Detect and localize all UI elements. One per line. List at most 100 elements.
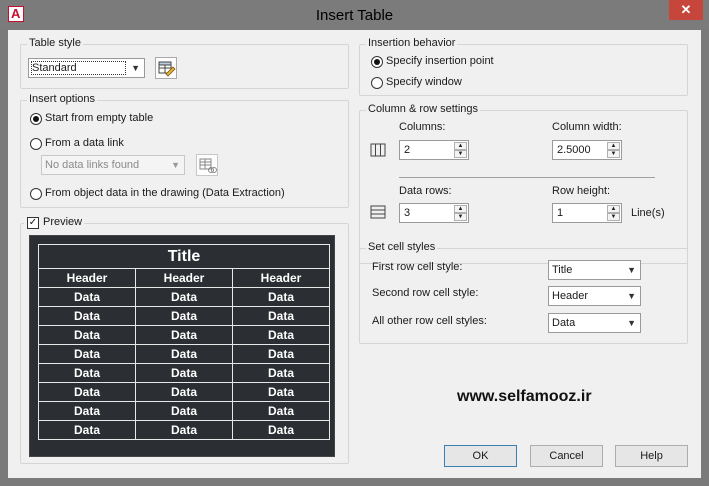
from-data-link-label[interactable]: From a data link — [45, 137, 124, 149]
preview-data-cell: Data — [232, 382, 330, 402]
table-style-select[interactable]: Standard ▼ — [28, 58, 145, 78]
help-button[interactable]: Help — [615, 445, 688, 467]
column-width-input[interactable]: 2.5000 ▲ ▼ — [552, 140, 622, 160]
spin-up-icon[interactable]: ▲ — [607, 142, 620, 150]
rows-icon — [370, 205, 386, 219]
preview-data-row: Data Data Data — [38, 363, 330, 383]
preview-data-cell: Data — [232, 287, 330, 307]
from-object-data-label[interactable]: From object data in the drawing (Data Ex… — [45, 187, 285, 199]
preview-header-cell: Header — [232, 268, 330, 288]
row-height-value: 1 — [557, 207, 564, 219]
insert-table-dialog: A Insert Table ✕ Table style Standard ▼ … — [0, 0, 709, 486]
row-height-unit: Line(s) — [631, 207, 665, 219]
preview-data-cell: Data — [232, 401, 330, 421]
preview-data-cell: Data — [38, 363, 136, 383]
ok-button[interactable]: OK — [444, 445, 517, 467]
preview-data-row: Data Data Data — [38, 344, 330, 364]
row-height-label: Row height: — [552, 185, 611, 197]
first-row-style-select[interactable]: Title ▼ — [548, 260, 641, 280]
preview-label[interactable]: Preview — [43, 216, 82, 228]
preview-data-row: Data Data Data — [38, 287, 330, 307]
from-object-data-radio[interactable] — [30, 188, 42, 200]
table-style-group-label: Table style — [27, 37, 83, 49]
watermark-text: www.selfamooz.ir — [457, 388, 592, 405]
data-link-value: No data links found — [45, 159, 140, 171]
preview-data-cell: Data — [38, 382, 136, 402]
preview-table: Title Header Header Header Data Data Data Data D… — [38, 244, 330, 440]
data-rows-value: 3 — [404, 207, 411, 219]
divider — [399, 177, 655, 178]
preview-data-cell: Data — [135, 420, 233, 440]
second-row-style-select[interactable]: Header ▼ — [548, 286, 641, 306]
cancel-button[interactable]: Cancel — [530, 445, 603, 467]
preview-data-cell: Data — [38, 306, 136, 326]
first-row-style-label: First row cell style: — [372, 261, 463, 273]
preview-data-row: Data Data Data — [38, 325, 330, 345]
chevron-down-icon: ▼ — [627, 291, 636, 301]
preview-data-cell: Data — [232, 344, 330, 364]
preview-title-cell: Title — [38, 244, 330, 269]
preview-title-row: Title — [38, 244, 330, 269]
title-bar: A Insert Table ✕ — [0, 0, 709, 30]
preview-data-cell: Data — [135, 344, 233, 364]
columns-label: Columns: — [399, 121, 446, 133]
dialog-client-area: Table style Standard ▼ Insert options St… — [8, 30, 701, 478]
specify-insertion-point-label[interactable]: Specify insertion point — [386, 55, 494, 67]
specify-insertion-point-radio[interactable] — [371, 56, 383, 68]
table-style-edit-button[interactable] — [155, 57, 177, 79]
data-link-select[interactable]: No data links found ▼ — [41, 155, 185, 175]
second-row-style-label: Second row cell style: — [372, 287, 479, 299]
preview-data-cell: Data — [232, 420, 330, 440]
specify-window-radio[interactable] — [371, 77, 383, 89]
spin-down-icon[interactable]: ▼ — [454, 213, 467, 221]
from-data-link-radio[interactable] — [30, 138, 42, 150]
start-empty-label[interactable]: Start from empty table — [45, 112, 153, 124]
preview-checkbox[interactable]: ✓ — [27, 217, 39, 229]
dialog-title: Insert Table — [315, 7, 394, 24]
columns-icon — [370, 143, 386, 157]
preview-header-cell: Header — [38, 268, 136, 288]
preview-data-cell: Data — [232, 306, 330, 326]
preview-data-cell: Data — [38, 344, 136, 364]
preview-data-row: Data Data Data — [38, 382, 330, 402]
chevron-down-icon: ▼ — [627, 265, 636, 275]
spin-up-icon[interactable]: ▲ — [454, 205, 467, 213]
specify-window-label[interactable]: Specify window — [386, 76, 462, 88]
data-rows-label: Data rows: — [399, 185, 452, 197]
spin-down-icon[interactable]: ▼ — [454, 150, 467, 158]
spin-up-icon[interactable]: ▲ — [607, 205, 620, 213]
row-height-input[interactable]: 1 ▲ ▼ — [552, 203, 622, 223]
column-width-value: 2.5000 — [557, 144, 591, 156]
close-button[interactable]: ✕ — [669, 0, 703, 20]
table-style-edit-icon — [158, 61, 176, 77]
insertion-behavior-group-label: Insertion behavior — [366, 37, 458, 49]
preview-data-cell: Data — [135, 363, 233, 383]
preview-data-cell: Data — [38, 287, 136, 307]
preview-data-row: Data Data Data — [38, 306, 330, 326]
spin-down-icon[interactable]: ▼ — [607, 213, 620, 221]
preview-data-row: Data Data Data — [38, 401, 330, 421]
other-rows-style-select[interactable]: Data ▼ — [548, 313, 641, 333]
preview-data-cell: Data — [135, 287, 233, 307]
insert-options-group-label: Insert options — [27, 93, 98, 105]
table-preview: Title Header Header Header Data Data Data Data D… — [29, 235, 335, 457]
second-row-style-value: Header — [552, 290, 589, 302]
first-row-style-value: Title — [552, 264, 573, 276]
data-rows-input[interactable]: 3 ▲ ▼ — [399, 203, 469, 223]
preview-data-cell: Data — [38, 325, 136, 345]
chevron-down-icon: ▼ — [627, 318, 636, 328]
spin-down-icon[interactable]: ▼ — [607, 150, 620, 158]
other-rows-style-value: Data — [552, 317, 576, 329]
column-row-settings-group-label: Column & row settings — [366, 103, 481, 115]
start-empty-radio[interactable] — [30, 113, 42, 125]
insertion-behavior-group: Insertion behavior — [359, 37, 688, 96]
data-link-manager-button[interactable] — [196, 154, 218, 176]
chevron-down-icon: ▼ — [131, 63, 140, 73]
spin-up-icon[interactable]: ▲ — [454, 142, 467, 150]
column-width-label: Column width: — [552, 121, 622, 133]
preview-data-row: Data Data Data — [38, 420, 330, 440]
preview-header-row: Header Header Header — [38, 268, 330, 288]
cell-styles-group-label: Set cell styles — [366, 241, 438, 253]
preview-data-cell: Data — [232, 325, 330, 345]
columns-input[interactable]: 2 ▲ ▼ — [399, 140, 469, 160]
